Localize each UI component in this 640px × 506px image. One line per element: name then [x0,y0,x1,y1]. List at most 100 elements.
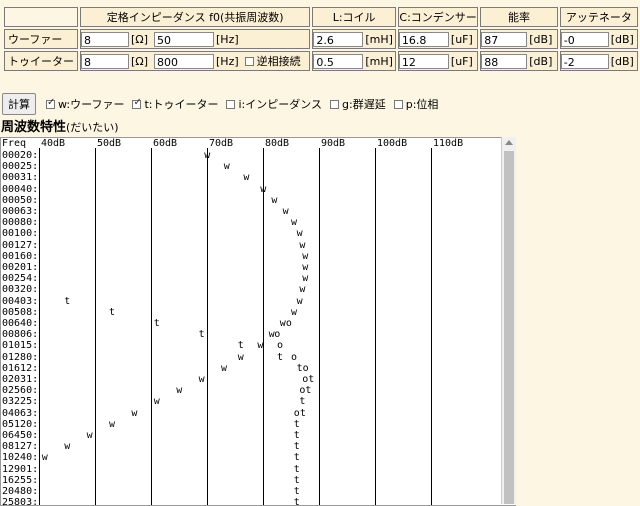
option-label: p:位相 [405,98,439,111]
response-mark: o [291,351,298,363]
response-mark: w [260,183,267,195]
option-2[interactable]: i:インピーダンス [222,96,322,112]
tweeter-impedance-unit: [Ω] [131,54,148,68]
freq-label: 02031: [2,374,39,385]
option-checkbox[interactable] [330,99,340,109]
freq-label: 12901: [2,463,39,475]
option-checkbox[interactable] [46,97,55,109]
section-title: 周波数特性(だいたい) [1,116,119,135]
gridline [207,148,208,505]
freq-label: 00254: [2,273,39,285]
response-mark: w [153,396,160,408]
response-mark: t [293,463,300,475]
response-mark: ot [299,385,312,397]
scroll-up-arrow-icon[interactable] [505,140,513,145]
option-3[interactable]: g:群遅延 [326,96,386,112]
response-mark: w [296,295,303,307]
parameter-table: 定格インピーダンス f0(共振周波数) L:コイル C:コンデンサー 能率 アッ… [2,5,640,73]
freq-label: 16255: [2,474,39,486]
freq-label: 00640: [2,318,39,329]
response-mark: w [131,407,138,419]
freq-label: 00403: [2,295,39,307]
freq-label: 00050: [2,194,39,206]
chart-scrollbar[interactable] [501,137,516,504]
freq-label: 00031: [2,172,39,184]
response-mark: o [277,340,284,352]
response-mark: wo [279,318,292,329]
header-impedance: 定格インピーダンス f0(共振周波数) [80,7,311,27]
option-checkbox[interactable] [132,97,142,109]
header-efficiency: 能率 [480,7,558,27]
response-mark: w [282,206,289,217]
response-mark: w [64,441,71,453]
axis-label: 110dB [433,138,464,149]
gridline [375,148,376,505]
option-1[interactable]: t:トゥイーター [128,96,218,112]
scroll-thumb[interactable] [504,151,514,504]
response-mark: t [277,351,284,363]
response-mark: t [293,430,300,441]
axis-label: 100dB [377,138,408,149]
header-blank [4,7,78,27]
tweeter-impedance-input[interactable]: 8 [81,53,129,69]
freq-label: 00508: [2,306,39,318]
gridline [431,148,432,505]
option-checkbox[interactable] [393,99,403,109]
option-4[interactable]: p:位相 [390,96,439,112]
reverse-phase-checkbox[interactable] [244,56,254,66]
response-mark: t [293,418,300,430]
section-subtitle: (だいたい) [66,121,119,134]
response-mark: w [223,161,230,173]
axis-label: 70dB [209,138,234,149]
response-mark: t [153,318,160,329]
tweeter-eff-input[interactable]: 88 [481,53,528,69]
tweeter-cap-input[interactable]: 12 [398,53,449,69]
response-mark: w [296,228,303,240]
response-mark: w [299,284,306,296]
freq-label: 05120: [2,418,39,430]
response-mark: w [302,273,309,285]
woofer-eff-input[interactable]: 87 [481,31,528,47]
tweeter-f0-input[interactable]: 800 [154,53,214,69]
gridline [319,148,320,505]
freq-label: 01015: [2,340,39,352]
response-mark: w [299,239,306,251]
response-mark: to [296,362,309,374]
woofer-f0-unit: [Hz] [216,32,239,46]
response-mark: t [293,452,300,464]
tweeter-coil-input[interactable]: 0.5 [313,53,364,69]
option-checkbox[interactable] [226,99,236,109]
woofer-impedance-unit: [Ω] [131,32,148,46]
woofer-coil-unit: [mH] [365,32,393,46]
tweeter-label: トゥイーター [4,51,78,71]
response-mark: w [176,385,183,397]
woofer-impedance-input[interactable]: 8 [81,31,129,47]
calculate-button[interactable]: 計算 [2,93,36,115]
response-mark: w [237,351,244,363]
option-0[interactable]: w:ウーファー [42,96,124,112]
tweeter-f0-unit: [Hz] [216,54,239,68]
woofer-f0-input[interactable]: 50 [154,31,214,47]
freq-label: 00320: [2,284,39,296]
option-label: g:群遅延 [342,98,386,111]
gridline [39,148,40,505]
response-mark: w [302,262,309,273]
woofer-cap-input[interactable]: 16.8 [398,31,449,47]
freq-label: 00020: [2,150,39,161]
response-mark: w [243,172,250,184]
gridline [95,148,96,505]
header-attenuator: アッテネータ [559,7,638,27]
tweeter-cap-unit: [uF] [450,54,473,68]
freq-label: 03225: [2,396,39,408]
freq-label: 25803: [2,497,39,506]
axis-label: Freq [2,138,27,149]
response-mark: w [257,340,264,352]
axis-label: 40dB [41,138,66,149]
tweeter-att-input[interactable]: -2 [560,53,609,69]
response-mark: t [198,329,205,341]
header-capacitor: C:コンデンサー [397,7,479,27]
frequency-response-chart: Freq 40dB 50dB 60dB 70dB 80dB 90dB 100dB 110dB 00… [0,137,516,506]
woofer-coil-input[interactable]: 2.6 [313,31,364,47]
woofer-att-input[interactable]: -0 [560,31,609,47]
section-title-text: 周波数特性 [1,120,67,135]
